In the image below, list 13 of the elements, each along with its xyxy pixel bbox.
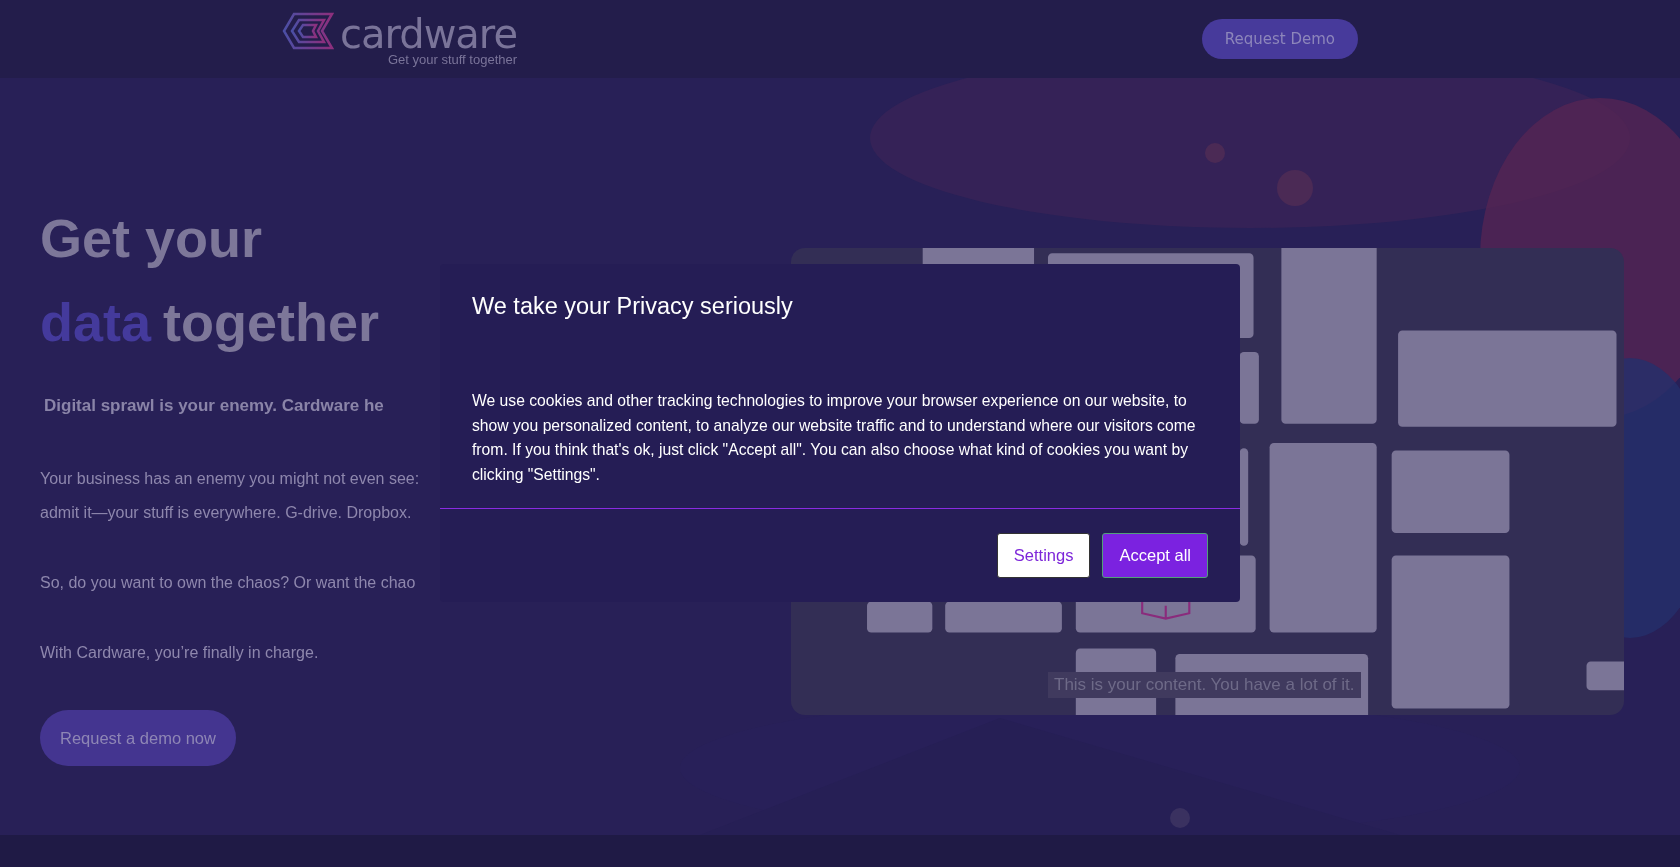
dialog-message: We use cookies and other tracking technologies to improve your browser experience on our website, to show you personalized content, to analyze our website traffic and to understand where our visitors come from. If you think that's ok, just click "Accept all". You can also choose what kind of cookies you want by clicking "Settings". xyxy=(472,391,1197,485)
body-text: So, do you want to own the chaos? Or want the chao xyxy=(40,573,417,593)
dialog-title: We take your Privacy seriously xyxy=(472,292,794,321)
headline: Get your xyxy=(40,207,264,270)
settings-button[interactable]: Settings xyxy=(996,533,1091,578)
subheading: Digital sprawl is your enemy. Cardware he xyxy=(44,396,384,416)
headline: together xyxy=(163,291,380,354)
body-text: admit it—your stuff is everywhere. G-drive. Dropbox. xyxy=(40,503,413,523)
accept-all-button[interactable]: Accept all xyxy=(1102,533,1208,578)
headline-highlight: data xyxy=(40,291,152,354)
body-text: With Cardware, you’re finally in charge. xyxy=(40,643,320,663)
body-text: Your business has an enemy you might not even see: xyxy=(40,469,420,489)
logo-icon xyxy=(280,11,336,50)
